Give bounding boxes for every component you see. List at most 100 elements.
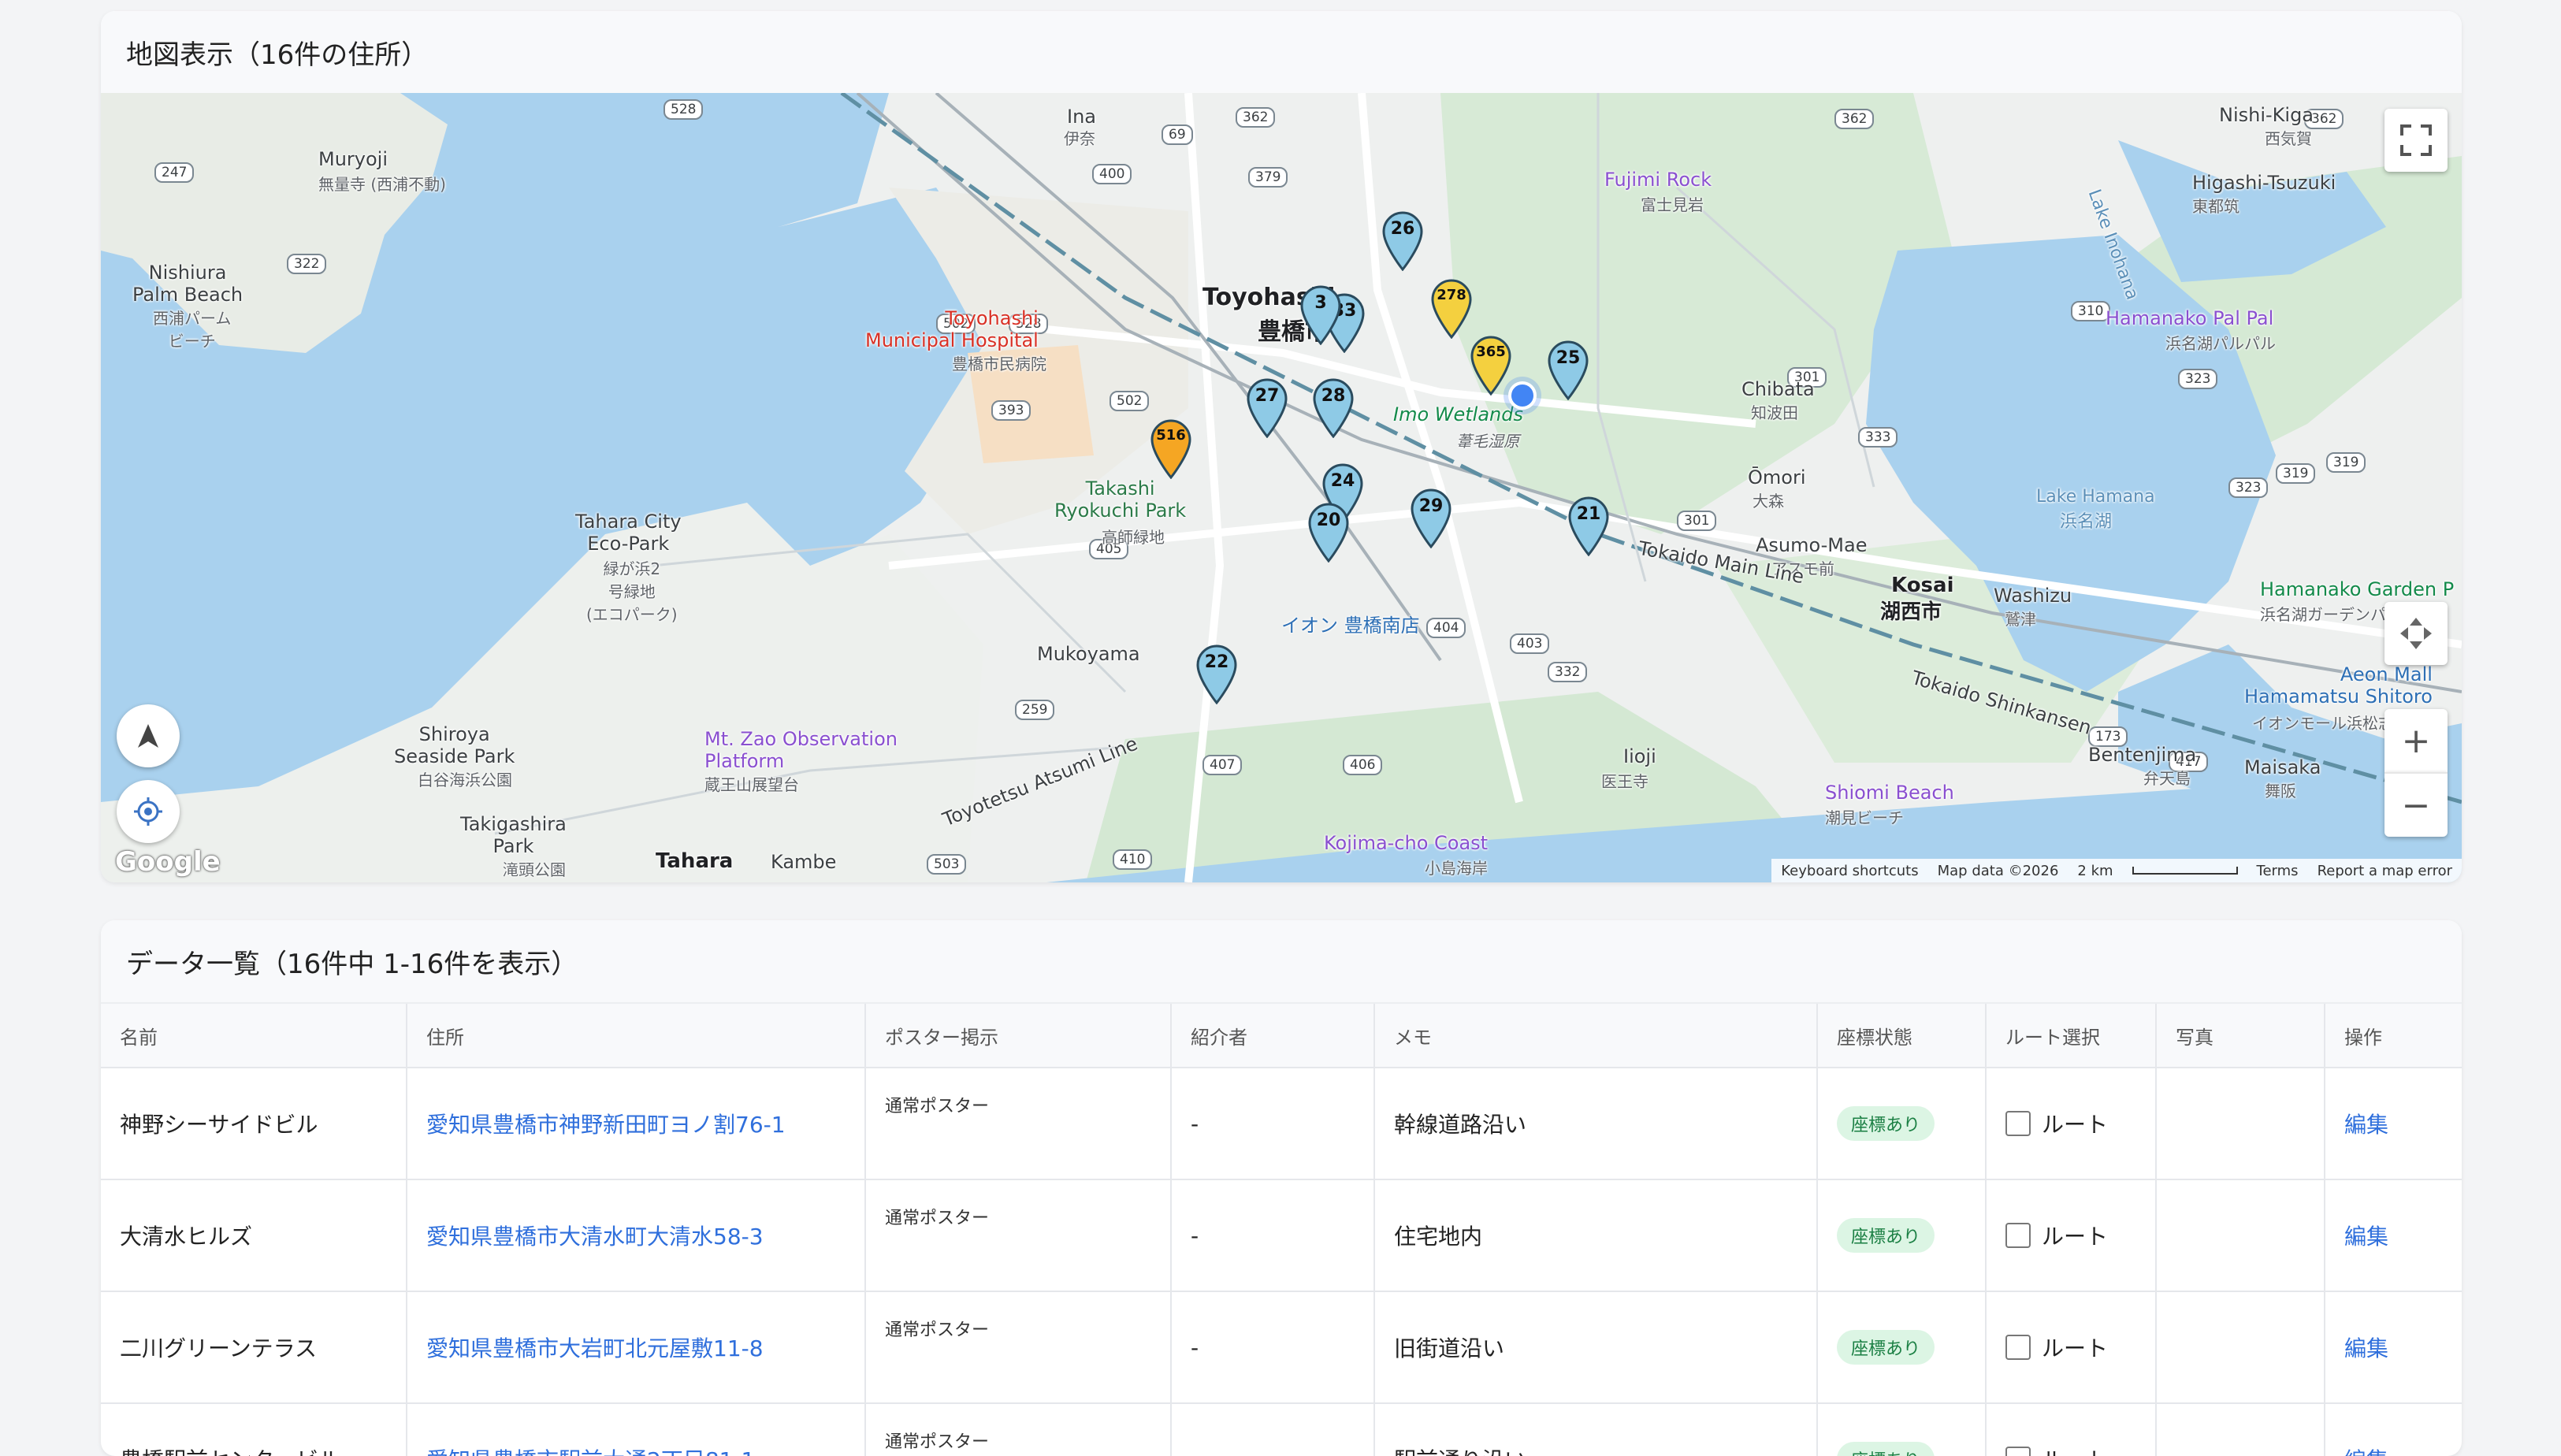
poi-takigashira-ja: 滝頭公園 bbox=[503, 860, 566, 879]
route-shield: 301 bbox=[1677, 511, 1717, 531]
route-checkbox[interactable] bbox=[2005, 1335, 2031, 1360]
poi-fujimi-rock: Fujimi Rock bbox=[1604, 169, 1712, 191]
table-row: 豊橋駅前センタービル 愛知県豊橋市駅前大通2丁目81-1 通常ポスター - 駅前… bbox=[101, 1403, 2462, 1456]
poi-hamanako-garden: Hamanako Garden P bbox=[2260, 578, 2455, 600]
fullscreen-button[interactable] bbox=[2384, 109, 2448, 172]
cell-memo: 幹線道路沿い bbox=[1374, 1068, 1818, 1180]
map-marker[interactable]: 27 bbox=[1245, 378, 1289, 438]
marker-label: 278 bbox=[1437, 287, 1466, 303]
cell-photo bbox=[2156, 1291, 2325, 1404]
route-checkbox-label[interactable]: ルート bbox=[2042, 1447, 2108, 1456]
column-header-name[interactable]: 名前 bbox=[101, 1004, 407, 1068]
map-attribution: Keyboard shortcuts Map data ©2026 2 km T… bbox=[1771, 859, 2462, 882]
map-marker[interactable]: 22 bbox=[1195, 644, 1239, 704]
water-lake-hamana-ja: 浜名湖 bbox=[2060, 512, 2113, 532]
google-map[interactable]: 528 247 322 69 379 362 400 502 393 502 5… bbox=[101, 93, 2462, 882]
place-bentenjima: Bentenjima bbox=[2088, 744, 2197, 766]
scale-label[interactable]: 2 km bbox=[2077, 863, 2113, 879]
route-checkbox-label[interactable]: ルート bbox=[2042, 1112, 2108, 1138]
route-shield: 410 bbox=[1113, 849, 1153, 870]
crosshair-icon bbox=[134, 797, 162, 826]
cell-address-link[interactable]: 愛知県豊橋市駅前大通2丁目81-1 bbox=[407, 1403, 866, 1456]
place-higashi-tsuzuki-ja: 東都筑 bbox=[2192, 197, 2239, 216]
route-shield: 319 bbox=[2326, 452, 2366, 473]
place-mukoyama: Mukoyama bbox=[1037, 643, 1140, 665]
cell-route-select: ルート bbox=[1986, 1179, 2157, 1292]
poi-takashi-park: Takashi Ryokuchi Park bbox=[1054, 477, 1187, 522]
route-checkbox[interactable] bbox=[2005, 1447, 2031, 1456]
route-checkbox[interactable] bbox=[2005, 1111, 2031, 1136]
cell-referrer: - bbox=[1171, 1403, 1375, 1456]
edit-link[interactable]: 編集 bbox=[2344, 1224, 2388, 1250]
coord-status-badge: 座標あり bbox=[1837, 1442, 1935, 1456]
route-checkbox-label[interactable]: ルート bbox=[2042, 1335, 2108, 1361]
cell-poster: 通常ポスター bbox=[865, 1068, 1172, 1180]
edit-link[interactable]: 編集 bbox=[2344, 1447, 2388, 1456]
marker-label: 22 bbox=[1204, 652, 1229, 672]
poi-iioji: Iioji bbox=[1623, 745, 1656, 767]
map-marker[interactable]: 516 bbox=[1149, 419, 1193, 479]
current-location-dot bbox=[1508, 381, 1537, 410]
column-header-photo[interactable]: 写真 bbox=[2156, 1004, 2325, 1068]
place-asumo-mae: Asumo-Mae bbox=[1756, 534, 1868, 556]
column-header-referrer[interactable]: 紹介者 bbox=[1171, 1004, 1375, 1068]
terms-link[interactable]: Terms bbox=[2257, 863, 2299, 879]
marker-label: 28 bbox=[1321, 386, 1346, 406]
poi-shiroya-ja: 白谷海浜公園 bbox=[418, 771, 512, 789]
column-header-memo[interactable]: メモ bbox=[1374, 1004, 1818, 1068]
zoom-out-button[interactable]: − bbox=[2384, 772, 2448, 837]
marker-label: 26 bbox=[1390, 219, 1415, 239]
map-marker[interactable]: 21 bbox=[1567, 496, 1611, 556]
poi-kojima-coast: Kojima-cho Coast bbox=[1324, 832, 1489, 854]
camera-control-button[interactable] bbox=[2384, 602, 2448, 665]
scale-bar bbox=[2132, 867, 2238, 875]
map-marker[interactable]: 278 bbox=[1429, 279, 1474, 339]
route-shield: 362 bbox=[1834, 109, 1875, 129]
poi-nishiura-ja: 西浦パーム ビーチ bbox=[153, 309, 232, 351]
place-ina: Ina bbox=[1067, 106, 1096, 128]
route-shield: 379 bbox=[1248, 167, 1288, 188]
cell-route-select: ルート bbox=[1986, 1068, 2157, 1180]
route-checkbox-label[interactable]: ルート bbox=[2042, 1224, 2108, 1250]
cell-address-link[interactable]: 愛知県豊橋市大清水町大清水58-3 bbox=[407, 1179, 866, 1292]
map-marker[interactable]: 29 bbox=[1409, 488, 1453, 548]
cell-address-link[interactable]: 愛知県豊橋市神野新田町ヨノ割76-1 bbox=[407, 1068, 866, 1180]
route-checkbox[interactable] bbox=[2005, 1223, 2031, 1248]
google-logo: Google bbox=[115, 846, 221, 878]
map-marker[interactable]: 3 bbox=[1299, 285, 1343, 345]
map-marker[interactable]: 28 bbox=[1311, 378, 1355, 438]
keyboard-shortcuts-link[interactable]: Keyboard shortcuts bbox=[1781, 863, 1918, 879]
coord-status-badge: 座標あり bbox=[1837, 1330, 1935, 1365]
my-location-button[interactable] bbox=[117, 780, 180, 843]
map-marker[interactable]: 25 bbox=[1546, 340, 1590, 400]
zoom-in-button[interactable]: + bbox=[2384, 709, 2448, 772]
cell-address-link[interactable]: 愛知県豊橋市大岩町北元屋敷11-8 bbox=[407, 1291, 866, 1404]
route-shield: 323 bbox=[2178, 369, 2218, 389]
compass-button[interactable] bbox=[117, 704, 180, 767]
edit-link[interactable]: 編集 bbox=[2344, 1335, 2388, 1361]
column-header-poster[interactable]: ポスター掲示 bbox=[865, 1004, 1172, 1068]
marker-label: 20 bbox=[1316, 511, 1341, 530]
cell-route-select: ルート bbox=[1986, 1291, 2157, 1404]
cell-name: 大清水ヒルズ bbox=[101, 1179, 407, 1292]
cell-memo: 住宅地内 bbox=[1374, 1179, 1818, 1292]
column-header-route-select[interactable]: ルート選択 bbox=[1986, 1004, 2157, 1068]
marker-label: 516 bbox=[1156, 427, 1186, 444]
report-error-link[interactable]: Report a map error bbox=[2318, 863, 2452, 879]
marker-label: 29 bbox=[1418, 496, 1444, 516]
map-marker[interactable]: 26 bbox=[1381, 211, 1425, 271]
poi-shiomi-beach: Shiomi Beach bbox=[1825, 782, 1954, 804]
route-shield: 400 bbox=[1092, 164, 1132, 184]
place-maisaka-ja: 舞阪 bbox=[2265, 782, 2296, 800]
route-shield: 407 bbox=[1202, 755, 1243, 775]
poi-hamanako-garden-ja: 浜名湖ガーデンパ bbox=[2260, 605, 2386, 624]
route-shield: 502 bbox=[1110, 391, 1150, 411]
edit-link[interactable]: 編集 bbox=[2344, 1112, 2388, 1138]
column-header-coord-status[interactable]: 座標状態 bbox=[1817, 1004, 1987, 1068]
map-marker[interactable]: 20 bbox=[1307, 503, 1351, 563]
route-shield: 404 bbox=[1426, 618, 1466, 638]
map-marker[interactable]: 365 bbox=[1469, 336, 1513, 396]
place-omori: Ōmori bbox=[1748, 466, 1806, 488]
column-header-address[interactable]: 住所 bbox=[407, 1004, 866, 1068]
poi-hamanako-palpal: Hamanako Pal Pal bbox=[2106, 307, 2274, 329]
